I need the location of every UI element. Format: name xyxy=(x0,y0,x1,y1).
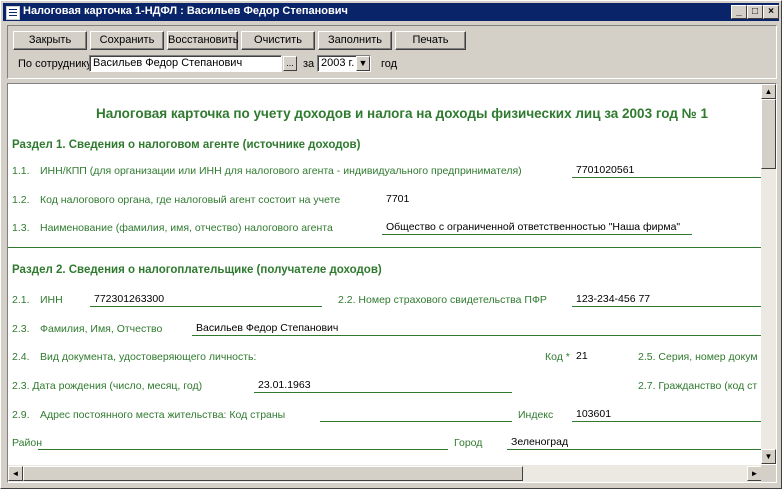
save-button[interactable]: Сохранить xyxy=(90,31,164,50)
section1-row3-number: 1.3. xyxy=(12,222,30,234)
year-value: 2003 г. xyxy=(321,57,355,69)
section1-row2-number: 1.2. xyxy=(12,194,30,206)
window-frame: Налоговая карточка 1-НДФЛ : Васильев Фед… xyxy=(0,0,782,489)
birth-date-underline xyxy=(254,392,512,393)
section-separator xyxy=(8,247,762,248)
year-for-label: за xyxy=(303,58,315,70)
document-pane: Налоговая карточка по учету доходов и на… xyxy=(7,83,777,483)
scroll-left-icon[interactable]: ◄ xyxy=(8,466,23,481)
document-series-label: 2.5. Серия, номер докум xyxy=(638,351,758,363)
city-label: Город xyxy=(454,437,483,449)
city-value[interactable]: Зеленоград xyxy=(511,436,568,448)
pension-number-underline xyxy=(572,306,762,307)
agent-inn-kpp-value[interactable]: 7701020561 xyxy=(576,164,634,176)
agent-name-underline xyxy=(382,234,692,235)
section2-row8-number: 2.9. xyxy=(12,409,30,421)
app-icon xyxy=(6,6,20,20)
section1-row2-label: Код налогового органа, где налоговый аге… xyxy=(40,194,341,206)
section2-header: Раздел 2. Сведения о налогоплательщике (… xyxy=(12,264,382,276)
postal-index-underline xyxy=(572,421,762,422)
print-button[interactable]: Печать xyxy=(395,31,466,50)
pension-number-label: 2.2. Номер страхового свидетельства ПФР xyxy=(338,294,547,306)
taxpayer-name-value[interactable]: Васильев Федор Степанович xyxy=(196,322,338,334)
taxpayer-inn-value[interactable]: 772301263300 xyxy=(94,293,164,305)
country-code-underline xyxy=(320,421,512,422)
document-title: Налоговая карточка по учету доходов и на… xyxy=(96,106,708,121)
birth-date-label: 2.3. Дата рождения (число, месяц, год) xyxy=(12,380,203,392)
pension-number-value[interactable]: 123-234-456 77 xyxy=(576,293,650,305)
agent-inn-underline xyxy=(572,177,762,178)
title-bar[interactable]: Налоговая карточка 1-НДФЛ : Васильев Фед… xyxy=(3,3,779,21)
postal-index-label: Индекс xyxy=(518,409,554,421)
clear-button[interactable]: Очистить xyxy=(241,31,315,50)
section2-row4-number: 2.4. xyxy=(12,351,30,363)
address-country-label: Адрес постоянного места жительства: Код … xyxy=(40,409,286,421)
horizontal-scrollbar[interactable]: ◄ ► xyxy=(8,465,762,482)
close-window-button[interactable]: × xyxy=(763,5,779,19)
document-code-label: Код * xyxy=(545,351,570,363)
scroll-corner xyxy=(761,465,776,482)
district-underline xyxy=(38,449,448,450)
section1-row3-label: Наименование (фамилия, имя, отчество) на… xyxy=(40,222,333,234)
taxpayer-inn-underline xyxy=(90,306,322,307)
city-underline xyxy=(507,449,762,450)
vertical-scroll-thumb[interactable] xyxy=(761,99,776,169)
document-code-value[interactable]: 21 xyxy=(576,350,588,362)
postal-index-value[interactable]: 103601 xyxy=(576,408,611,420)
scroll-up-icon[interactable]: ▲ xyxy=(761,84,776,99)
section2-row3-number: 2.3. xyxy=(12,323,30,335)
section2-row4-label: Вид документа, удостоверяющего личность: xyxy=(40,351,257,363)
section2-row1-number: 2.1. xyxy=(12,294,30,306)
agent-name-value[interactable]: Общество с ограниченной ответственностью… xyxy=(386,221,680,233)
close-button[interactable]: Закрыть xyxy=(13,31,87,50)
scroll-down-icon[interactable]: ▼ xyxy=(761,449,776,464)
year-suffix-label: год xyxy=(381,58,398,70)
window-title: Налоговая карточка 1-НДФЛ : Васильев Фед… xyxy=(23,5,348,17)
fill-button[interactable]: Заполнить xyxy=(318,31,392,50)
section2-row3-label: Фамилия, Имя, Отчество xyxy=(40,323,163,335)
citizenship-label: 2.7. Гражданство (код ст xyxy=(638,380,758,392)
employee-label: По сотруднику xyxy=(18,58,92,70)
birth-date-value[interactable]: 23.01.1963 xyxy=(258,379,311,391)
tax-card-document: Налоговая карточка по учету доходов и на… xyxy=(8,84,762,464)
restore-button[interactable]: Восстановить xyxy=(167,31,238,50)
chevron-down-icon[interactable]: ▼ xyxy=(356,56,370,71)
horizontal-scroll-thumb[interactable] xyxy=(23,466,523,481)
section1-header: Раздел 1. Сведения о налоговом агенте (и… xyxy=(12,139,361,151)
scroll-right-icon[interactable]: ► xyxy=(747,466,762,481)
taxpayer-name-underline xyxy=(192,335,762,336)
vertical-scrollbar[interactable]: ▲ ▼ xyxy=(761,84,776,464)
section2-row1-label: ИНН xyxy=(40,294,63,306)
district-label: Район xyxy=(12,437,42,449)
minimize-button[interactable]: _ xyxy=(731,5,747,19)
tax-office-code-value[interactable]: 7701 xyxy=(386,193,409,205)
section1-row1-label: ИНН/КПП (для организации или ИНН для нал… xyxy=(40,165,522,177)
section1-row1-number: 1.1. xyxy=(12,165,30,177)
employee-field[interactable]: Васильев Федор Степанович xyxy=(89,55,282,72)
maximize-button[interactable]: □ xyxy=(747,5,763,19)
employee-select-button[interactable]: ... xyxy=(283,56,297,71)
